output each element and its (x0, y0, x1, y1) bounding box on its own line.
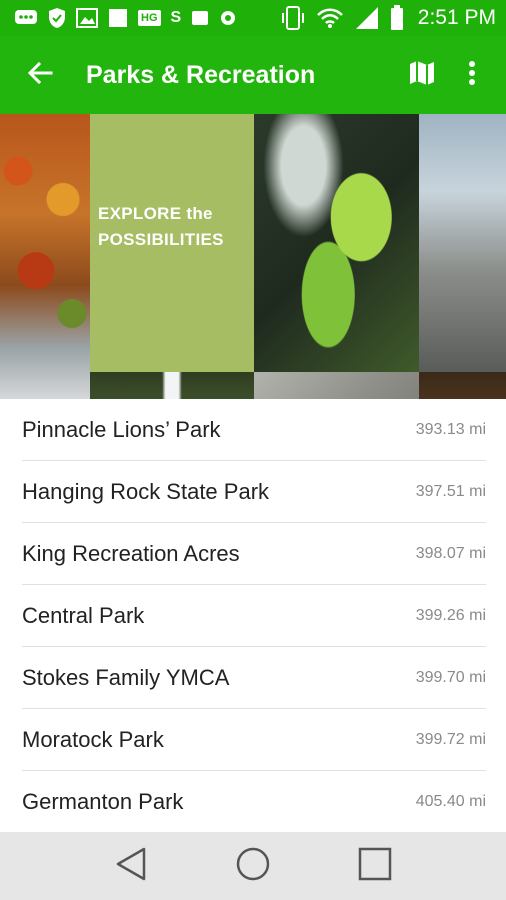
hg-icon: HG (138, 10, 161, 26)
vibrate-icon (280, 5, 306, 31)
leaves-photo (254, 114, 419, 372)
arrow-back-icon (27, 60, 53, 91)
camera-icon (219, 9, 237, 27)
park-distance: 405.40 mi (415, 793, 486, 810)
climber-photo (254, 372, 419, 399)
list-item[interactable]: Stokes Family YMCA 399.70 mi (22, 647, 486, 709)
banner-image: EXPLORE the POSSIBILITIES (0, 114, 506, 399)
app-bar: Parks & Recreation (0, 36, 506, 114)
list-item[interactable]: Pinnacle Lions’ Park 393.13 mi (22, 399, 486, 461)
signal-icon (354, 6, 380, 30)
park-distance: 399.70 mi (415, 668, 486, 686)
list-item[interactable]: Hanging Rock State Park 397.51 mi (22, 461, 486, 523)
explore-panel: EXPLORE the POSSIBILITIES (90, 114, 254, 372)
park-name: Central Park (22, 602, 145, 628)
park-distance: 399.26 mi (415, 606, 486, 624)
park-name: Moratock Park (22, 726, 164, 752)
square-icon (108, 8, 128, 28)
status-icons-left: HG S (14, 7, 237, 29)
map-icon (408, 59, 436, 92)
park-name: King Recreation Acres (22, 540, 240, 566)
s-icon: S (170, 9, 182, 26)
more-vert-icon (468, 60, 476, 91)
back-button[interactable] (0, 36, 80, 114)
park-list: Pinnacle Lions’ Park 393.13 mi Hanging R… (0, 399, 506, 832)
banner-line-1: EXPLORE the (98, 204, 213, 223)
message-icon (14, 8, 38, 28)
nav-back-button[interactable] (101, 836, 161, 896)
page-title: Parks & Recreation (86, 60, 316, 89)
more-options-button[interactable] (452, 45, 492, 105)
nav-home-button[interactable] (223, 836, 283, 896)
banner-line-2: POSSIBILITIES (98, 230, 224, 249)
list-item[interactable]: Central Park 399.26 mi (22, 585, 486, 647)
list-item[interactable]: Germanton Park 405.40 mi (22, 771, 486, 832)
list-item[interactable]: Moratock Park 399.72 mi (22, 709, 486, 771)
park-name: Pinnacle Lions’ Park (22, 416, 221, 442)
list-item[interactable]: King Recreation Acres 398.07 mi (22, 523, 486, 585)
waterfall-photo (90, 372, 254, 399)
home-circle-icon (235, 846, 271, 887)
park-name: Germanton Park (22, 789, 184, 814)
status-time: 2:51 PM (417, 6, 496, 29)
status-icons-right: 2:51 PM (280, 5, 496, 31)
campfire-photo (419, 372, 506, 399)
square-icon (191, 10, 209, 26)
park-name: Stokes Family YMCA (22, 664, 230, 690)
park-distance: 399.72 mi (415, 730, 486, 748)
recents-square-icon (358, 847, 392, 886)
back-triangle-icon (114, 846, 148, 887)
system-nav-bar (0, 832, 506, 900)
status-bar: HG S 2:51 PM (0, 0, 506, 36)
park-distance: 393.13 mi (415, 420, 486, 438)
park-distance: 398.07 mi (415, 544, 486, 562)
nav-recents-button[interactable] (345, 836, 405, 896)
image-icon (76, 8, 98, 28)
park-name: Hanging Rock State Park (22, 478, 270, 504)
wifi-icon (316, 7, 344, 29)
autumn-forest-photo (0, 114, 90, 399)
cliff-photo (419, 114, 506, 372)
shield-icon (48, 7, 66, 29)
map-button[interactable] (400, 45, 444, 105)
park-distance: 397.51 mi (415, 482, 486, 500)
battery-icon (390, 5, 404, 31)
